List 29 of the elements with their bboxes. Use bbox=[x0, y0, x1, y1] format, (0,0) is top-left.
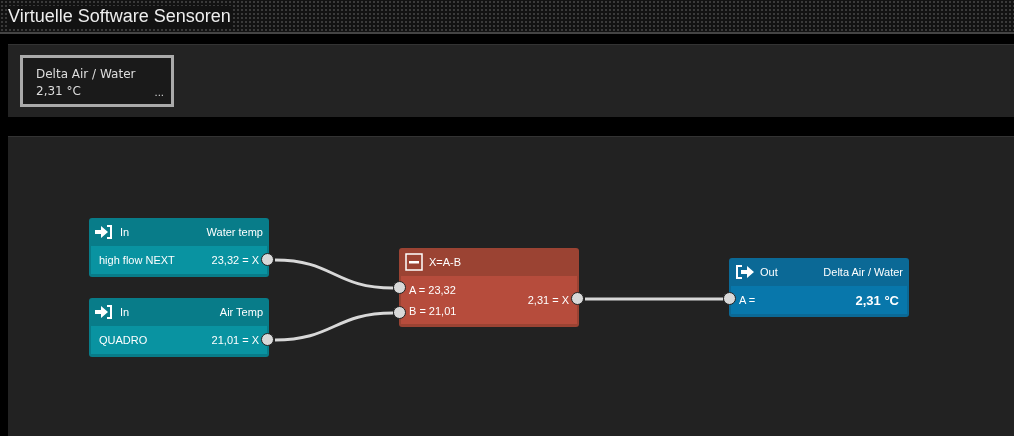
node-name: Delta Air / Water bbox=[823, 266, 903, 278]
enter-icon bbox=[95, 304, 114, 320]
math-node[interactable]: X=A-B A = 23,32 B = 21,01 2,31 = X bbox=[399, 248, 579, 327]
node-name: Air Temp bbox=[219, 306, 263, 318]
sensor-value: 2,31 °C bbox=[36, 84, 81, 98]
minus-icon bbox=[405, 253, 423, 271]
input-label: A = bbox=[739, 294, 756, 306]
output-value: 2,31 °C bbox=[855, 292, 899, 308]
output-value: 23,32 = X bbox=[211, 254, 259, 266]
more-menu[interactable]: ... bbox=[154, 87, 164, 98]
input-node[interactable]: In Air Temp QUADRO 21,01 = X bbox=[89, 298, 269, 357]
input-value: B = 21,01 bbox=[409, 304, 457, 317]
page-title: Virtuelle Software Sensoren bbox=[8, 5, 231, 27]
output-node[interactable]: Out Delta Air / Water A = 2,31 °C bbox=[729, 258, 909, 317]
node-name: Water temp bbox=[206, 226, 263, 238]
formula: X=A-B bbox=[429, 256, 462, 268]
sensor-source: high flow NEXT bbox=[99, 254, 175, 266]
sensor-name: Delta Air / Water bbox=[36, 66, 137, 81]
sensor-tile[interactable]: Delta Air / Water 2,31 °C ... bbox=[20, 55, 174, 107]
exit-icon bbox=[735, 264, 754, 280]
node-type: Out bbox=[760, 266, 778, 278]
node-type: In bbox=[120, 226, 130, 238]
output-value: 2,31 = X bbox=[527, 294, 569, 306]
node-type: In bbox=[120, 306, 130, 318]
input-value: A = 23,32 bbox=[409, 283, 457, 296]
input-node[interactable]: In Water temp high flow NEXT 23,32 = X bbox=[89, 218, 269, 277]
enter-icon bbox=[95, 224, 114, 240]
sensor-source: QUADRO bbox=[99, 334, 148, 346]
output-value: 21,01 = X bbox=[211, 334, 259, 346]
